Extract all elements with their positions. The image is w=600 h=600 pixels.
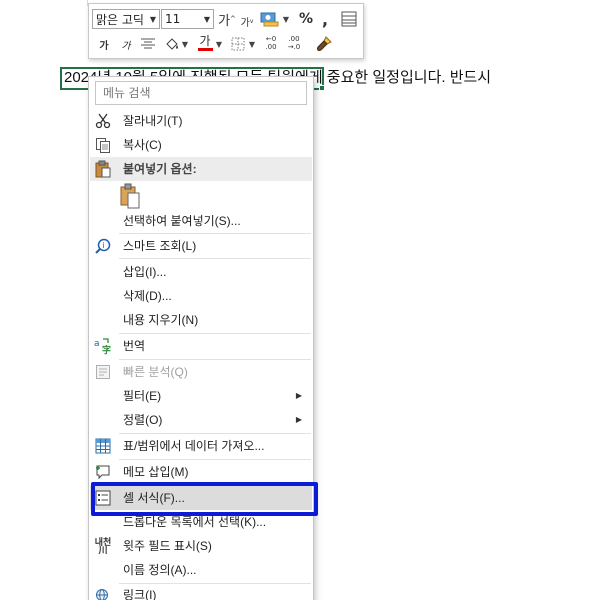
menu-item-label: 삭제(D)...: [123, 289, 172, 303]
menu-item-quick-analysis[interactable]: 빠른 분석(Q): [90, 360, 312, 384]
chevron-down-icon[interactable]: ▼: [248, 34, 256, 54]
menu-item-smart-lookup[interactable]: i 스마트 조회(L): [90, 234, 312, 258]
menu-item-copy[interactable]: 복사(C): [90, 133, 312, 157]
font-color-swatch: [197, 48, 213, 51]
bold-button[interactable]: 가: [97, 34, 111, 54]
menu-item-get-data[interactable]: 표/범위에서 데이터 가져오...: [90, 434, 312, 458]
menu-item-phonetic[interactable]: 내천 川 윗주 필드 표시(S): [90, 534, 312, 558]
menu-item-label: 복사(C): [123, 138, 162, 152]
italic-button[interactable]: 가: [119, 34, 133, 54]
table-icon: [94, 437, 112, 455]
menu-item-label: 표/범위에서 데이터 가져오...: [123, 439, 265, 453]
format-painter-table-button[interactable]: [340, 9, 358, 29]
context-menu: 메뉴 검색 잘라내기(T) 복사(C) 붙여넣기 옵션: 선택하여 붙여넣기(S…: [88, 76, 314, 600]
shrink-font-icon: 가: [240, 17, 250, 29]
quick-analysis-icon: [94, 363, 112, 381]
chevron-down-icon[interactable]: ▼: [147, 15, 159, 24]
format-painter-button[interactable]: [315, 34, 333, 54]
menu-item-label: 필터(E): [123, 389, 162, 403]
menu-item-label: 정렬(O): [123, 413, 163, 427]
chevron-down-icon[interactable]: ▼: [181, 34, 189, 54]
paste-button[interactable]: [119, 183, 143, 211]
align-center-icon: [141, 38, 155, 49]
svg-text:a: a: [94, 339, 100, 349]
menu-item-insert[interactable]: 삽입(I)...: [90, 260, 312, 284]
comma-style-button[interactable]: ,: [319, 9, 331, 29]
menu-item-label: 붙여넣기 옵션:: [123, 162, 197, 176]
font-color-button[interactable]: 가: [196, 33, 214, 53]
align-center-button[interactable]: [139, 34, 157, 54]
clipboard-paste-icon: [120, 183, 140, 209]
menu-item-paste-special[interactable]: 선택하여 붙여넣기(S)...: [90, 209, 312, 233]
menu-item-delete[interactable]: 삭제(D)...: [90, 284, 312, 308]
menu-item-label: 메모 삽입(M): [123, 465, 189, 479]
font-size-value: 11: [165, 12, 181, 26]
menu-item-label: 내용 지우기(N): [123, 313, 199, 327]
menu-search-input[interactable]: 메뉴 검색: [95, 81, 307, 105]
font-color-icon: 가: [199, 34, 211, 48]
menu-item-insert-note[interactable]: 메모 삽입(M): [90, 460, 312, 484]
chevron-down-icon[interactable]: ▼: [215, 34, 223, 54]
grow-font-button[interactable]: 가 ^: [218, 9, 236, 29]
scissors-icon: [94, 112, 112, 130]
svg-text:i: i: [103, 241, 105, 250]
menu-header-paste-options: 붙여넣기 옵션:: [90, 157, 312, 181]
focus-highlight-rect: [91, 482, 318, 516]
grow-font-icon: 가: [218, 13, 231, 29]
menu-item-link[interactable]: 링크(I): [90, 583, 312, 600]
fill-color-button[interactable]: [163, 34, 181, 54]
menu-item-define-name[interactable]: 이름 정의(A)...: [90, 558, 312, 582]
increase-decimal-button[interactable]: ←0 .00: [261, 33, 281, 53]
decrease-decimal-icon: →.0: [287, 43, 301, 51]
menu-item-clear-contents[interactable]: 내용 지우기(N): [90, 308, 312, 332]
clipboard-icon: [94, 160, 112, 178]
menu-item-label: 링크(I): [123, 588, 157, 600]
chevron-down-icon[interactable]: ▼: [282, 9, 290, 29]
increase-decimal-icon: ←0: [265, 35, 277, 43]
menu-item-label: 삽입(I)...: [123, 265, 167, 279]
phonetic-icon: 내천 川: [94, 537, 112, 555]
decrease-decimal-label: .00: [288, 35, 300, 43]
menu-item-label: 번역: [123, 339, 146, 353]
menu-item-label: 선택하여 붙여넣기(S)...: [123, 214, 241, 228]
menu-item-cut[interactable]: 잘라내기(T): [90, 109, 312, 133]
fill-handle[interactable]: [319, 85, 325, 91]
note-icon: [94, 463, 112, 481]
copy-icon: [94, 136, 112, 154]
svg-text:字: 字: [102, 344, 111, 355]
currency-icon: [260, 12, 279, 27]
menu-item-filter[interactable]: 필터(E) ▶: [90, 384, 312, 408]
font-name-value: 맑은 고딕: [96, 12, 144, 27]
decrease-decimal-button[interactable]: .00 →.0: [284, 33, 304, 53]
borders-button[interactable]: [229, 34, 247, 54]
link-globe-icon: [94, 586, 112, 600]
submenu-arrow-icon: ▶: [295, 415, 302, 424]
menu-item-label: 윗주 필드 표시(S): [123, 539, 212, 553]
shrink-font-button[interactable]: 가v: [240, 11, 254, 31]
accounting-format-button[interactable]: [259, 9, 281, 29]
font-size-combo[interactable]: 11 ▼: [161, 9, 214, 29]
submenu-arrow-icon: ▶: [295, 391, 302, 400]
menu-item-sort[interactable]: 정렬(O) ▶: [90, 408, 312, 432]
menu-item-label: 잘라내기(T): [123, 114, 183, 128]
menu-item-translate[interactable]: a字 번역: [90, 334, 312, 358]
mini-toolbar: 맑은 고딕 ▼ 11 ▼ 가 ^ 가v ▼ % , 가 가 ▼ 가 ▼ ▼ ←0…: [88, 3, 364, 59]
menu-item-label: 이름 정의(A)...: [123, 563, 197, 577]
borders-icon: [231, 37, 245, 51]
increase-decimal-label: .00: [265, 43, 277, 51]
menu-separator: [119, 258, 311, 259]
menu-item-label: 스마트 조회(L): [123, 239, 197, 253]
font-name-combo[interactable]: 맑은 고딕 ▼: [92, 9, 160, 29]
smart-lookup-icon: i: [94, 237, 112, 255]
chevron-down-icon[interactable]: ▼: [201, 15, 213, 24]
menu-item-label: 빠른 분석(Q): [123, 365, 188, 379]
percent-style-button[interactable]: %: [298, 9, 314, 29]
translate-icon: a字: [94, 337, 112, 355]
paintbrush-icon: [317, 36, 332, 51]
table-format-icon: [341, 11, 357, 27]
paint-bucket-icon: [166, 38, 178, 50]
